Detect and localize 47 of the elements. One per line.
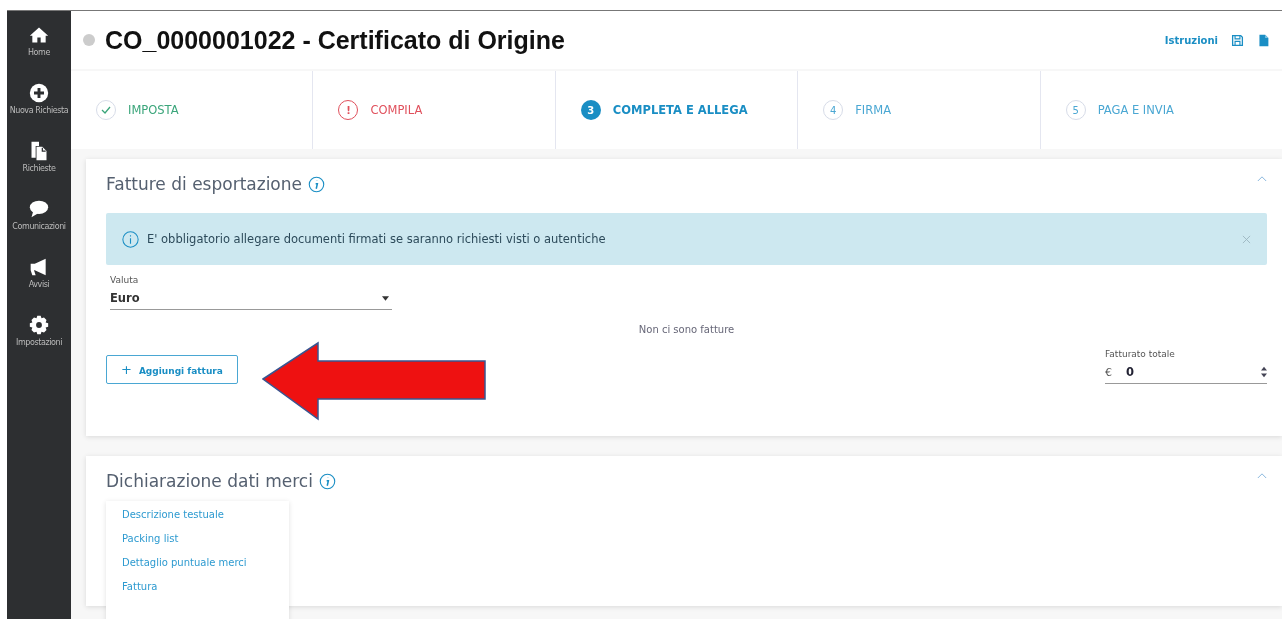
info-icon[interactable] <box>318 472 336 490</box>
documents-icon <box>29 141 49 161</box>
section-title: Dichiarazione dati merci <box>106 471 313 491</box>
megaphone-icon <box>29 257 49 277</box>
info-icon[interactable] <box>308 175 325 193</box>
menu-item[interactable]: Descrizione testuale <box>122 509 289 520</box>
section-title: Fatture di esportazione <box>106 174 302 194</box>
sidebar-item[interactable]: Home <box>28 25 50 57</box>
select-value: Euro <box>110 291 140 305</box>
add-invoice-button[interactable]: + Aggiungi fattura <box>106 355 238 384</box>
chat-bubble-icon <box>29 199 49 219</box>
home-icon <box>29 25 49 45</box>
settings-icon <box>29 315 49 335</box>
instructions-link[interactable]: Istruzioni <box>1164 34 1218 46</box>
check-circle-icon <box>96 100 116 120</box>
sidebar-item[interactable]: Nuova Richiesta <box>9 83 69 115</box>
menu-item[interactable]: Dettaglio puntuale merci <box>122 557 289 568</box>
sidebar-item[interactable]: Avvisi <box>28 257 50 289</box>
spinner-icon[interactable] <box>1261 366 1267 378</box>
collapse-chevron-icon[interactable] <box>1257 174 1267 182</box>
currency-symbol: € <box>1105 365 1112 379</box>
step-tab[interactable]: IMPOSTA <box>71 71 314 149</box>
menu-item[interactable]: Fattura <box>122 581 289 592</box>
info-icon <box>122 230 139 248</box>
save-icon[interactable] <box>1231 33 1244 47</box>
step-marker: 3 <box>580 100 601 120</box>
caret-icon <box>382 295 389 301</box>
sidebar-item[interactable]: Impostazioni <box>15 315 63 347</box>
sidebar-item[interactable]: Comunicazioni <box>12 199 66 231</box>
document-icon[interactable] <box>1257 33 1270 47</box>
field-label: Valuta <box>110 275 140 285</box>
step-tab[interactable]: ! COMPILA <box>313 71 556 149</box>
step-tab[interactable]: 3 COMPLETA E ALLEGA <box>555 71 799 149</box>
collapse-chevron-icon[interactable] <box>1257 471 1267 479</box>
status-dot <box>83 34 95 46</box>
total-value: 0 <box>1126 365 1134 379</box>
sidebar-item[interactable]: Richieste <box>22 141 56 173</box>
empty-message: Non ci sono fatture <box>637 324 736 335</box>
field-label: Fatturato totale <box>1105 349 1176 359</box>
step-tab[interactable]: 4 FIRMA <box>798 71 1041 149</box>
step-tab[interactable]: 5 PAGA E INVIA <box>1040 71 1282 149</box>
plus-circle-icon <box>29 83 49 103</box>
total-field[interactable]: Fatturato totale € 0 <box>1105 349 1267 384</box>
currency-select[interactable]: Valuta Euro <box>110 275 392 310</box>
alert-message: E' obbligatorio allegare documenti firmati se saranno richiesti visti o autentiche <box>147 232 606 246</box>
menu-item[interactable]: Packing list <box>122 533 289 544</box>
page-title: CO_0000001022 - Certificato di Origine <box>105 25 565 55</box>
